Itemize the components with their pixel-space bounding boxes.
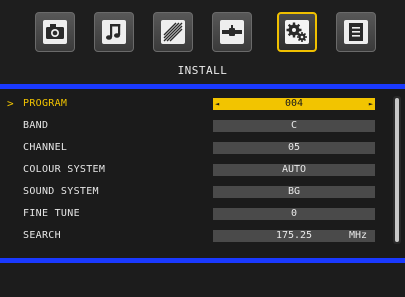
picture-adjust-icon bbox=[163, 22, 183, 42]
document-icon bbox=[349, 23, 363, 41]
menu-label: FINE TUNE bbox=[23, 208, 80, 219]
menu-label: PROGRAM bbox=[23, 98, 68, 109]
bottom-panel bbox=[0, 263, 405, 297]
scrollbar-thumb[interactable] bbox=[395, 98, 399, 242]
tab-install[interactable] bbox=[277, 12, 317, 52]
value-field[interactable]: BG bbox=[213, 186, 375, 198]
menu-label: CHANNEL bbox=[23, 142, 68, 153]
tab-setup[interactable] bbox=[336, 12, 376, 52]
menu-value: 0 bbox=[290, 208, 298, 219]
page-title: INSTALL bbox=[177, 64, 228, 77]
menu-row-colour-system[interactable]: COLOUR SYSTEM AUTO bbox=[0, 161, 405, 179]
frequency-unit: MHz bbox=[348, 230, 367, 241]
menu-label: SOUND SYSTEM bbox=[23, 186, 99, 197]
menu-row-fine-tune[interactable]: FINE TUNE 0 bbox=[0, 205, 405, 223]
camera-icon bbox=[46, 24, 64, 39]
top-divider bbox=[0, 84, 405, 89]
menu-row-band[interactable]: BAND C bbox=[0, 117, 405, 135]
connector-icon bbox=[222, 25, 242, 36]
menu-label: COLOUR SYSTEM bbox=[23, 164, 106, 175]
top-menu-bar: INSTALL bbox=[0, 0, 405, 84]
menu-value: C bbox=[290, 120, 298, 131]
selection-cursor-icon: > bbox=[7, 97, 14, 110]
value-field[interactable]: C bbox=[213, 120, 375, 132]
arrow-right-icon[interactable]: ► bbox=[369, 98, 373, 110]
menu-row-channel[interactable]: CHANNEL 05 bbox=[0, 139, 405, 157]
value-field[interactable]: 0 bbox=[213, 208, 375, 220]
menu-value: 05 bbox=[287, 142, 301, 153]
tab-sound[interactable] bbox=[94, 12, 134, 52]
tab-media[interactable] bbox=[35, 12, 75, 52]
menu-label: SEARCH bbox=[23, 230, 61, 241]
music-note-icon bbox=[106, 24, 121, 40]
value-field[interactable]: 05 bbox=[213, 142, 375, 154]
scrollbar[interactable] bbox=[393, 96, 401, 244]
menu-value: 004 bbox=[284, 98, 304, 109]
menu-row-search[interactable]: SEARCH 175.25 MHz bbox=[0, 227, 405, 245]
value-field[interactable]: 175.25 MHz bbox=[213, 230, 375, 242]
menu-row-program[interactable]: > PROGRAM ◄ 004 ► bbox=[0, 95, 405, 113]
menu-value: BG bbox=[287, 186, 301, 197]
menu-value: AUTO bbox=[281, 164, 307, 175]
value-field[interactable]: AUTO bbox=[213, 164, 375, 176]
value-field[interactable]: ◄ 004 ► bbox=[213, 98, 375, 110]
menu-row-sound-system[interactable]: SOUND SYSTEM BG bbox=[0, 183, 405, 201]
tab-source[interactable] bbox=[212, 12, 252, 52]
menu-label: BAND bbox=[23, 120, 49, 131]
gear-icon bbox=[286, 22, 307, 42]
tab-picture[interactable] bbox=[153, 12, 193, 52]
